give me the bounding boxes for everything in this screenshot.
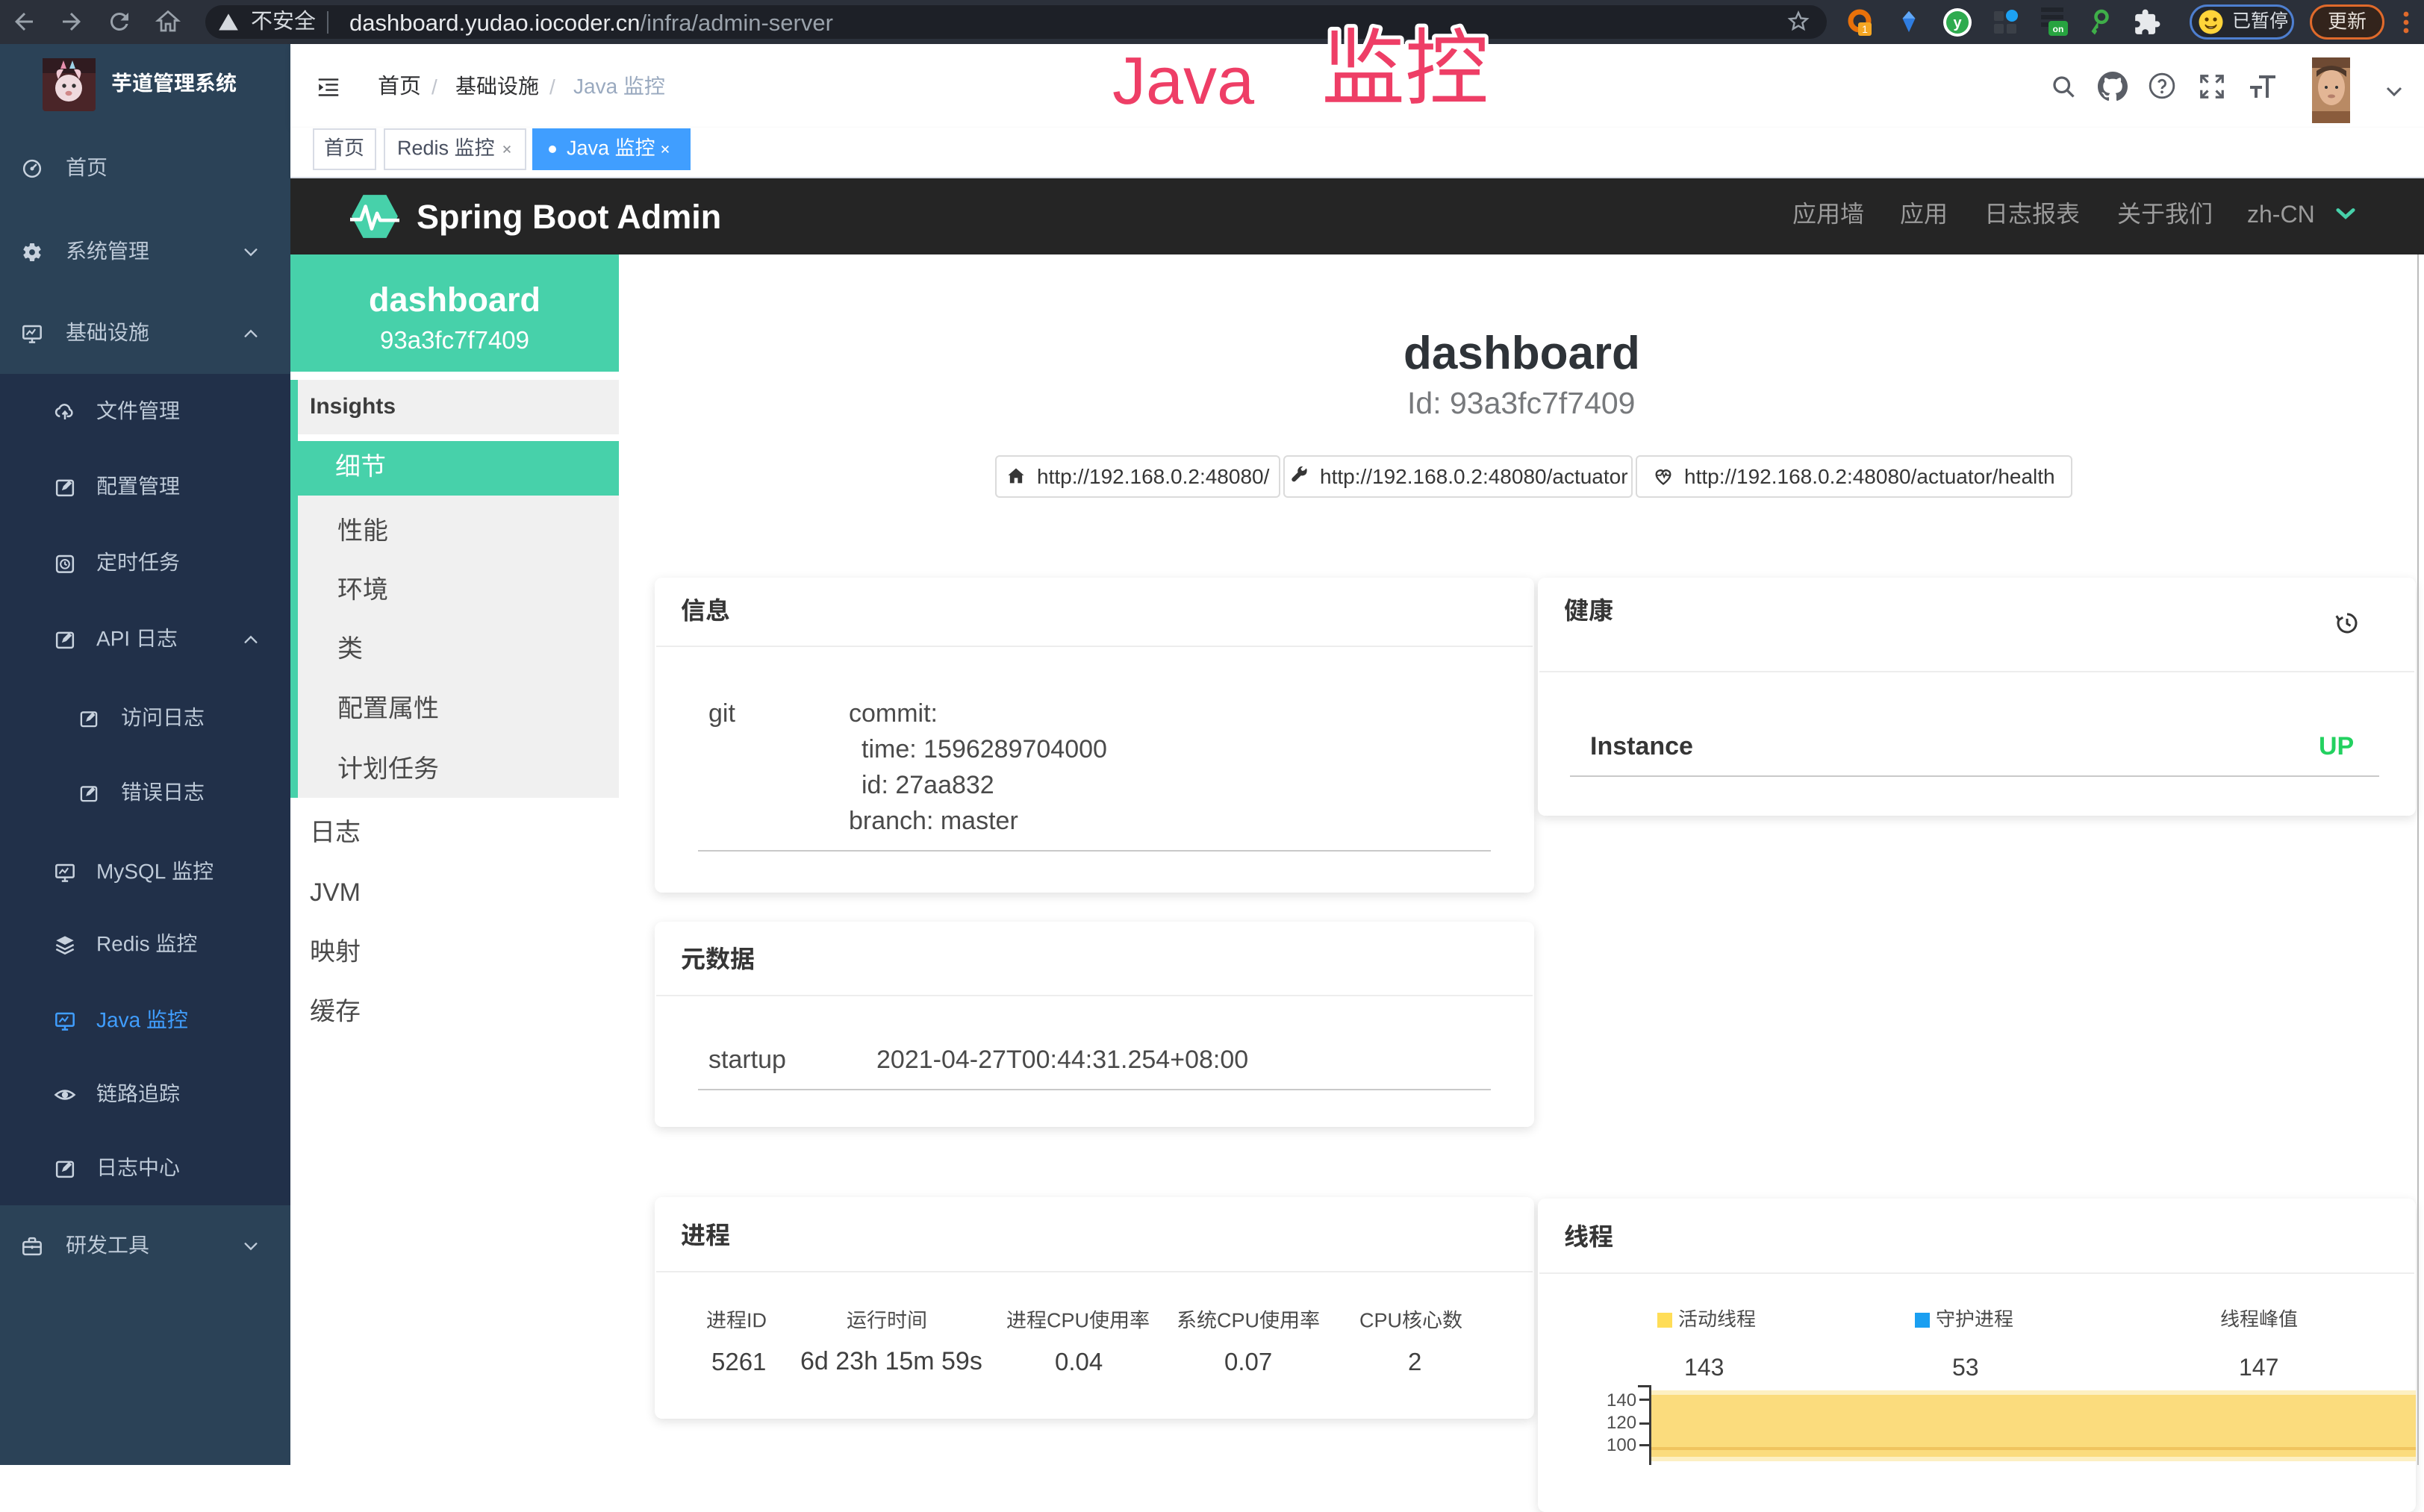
- svg-text:on: on: [2053, 24, 2064, 34]
- svg-text:y: y: [1953, 15, 1962, 31]
- svg-text:1: 1: [1862, 23, 1868, 35]
